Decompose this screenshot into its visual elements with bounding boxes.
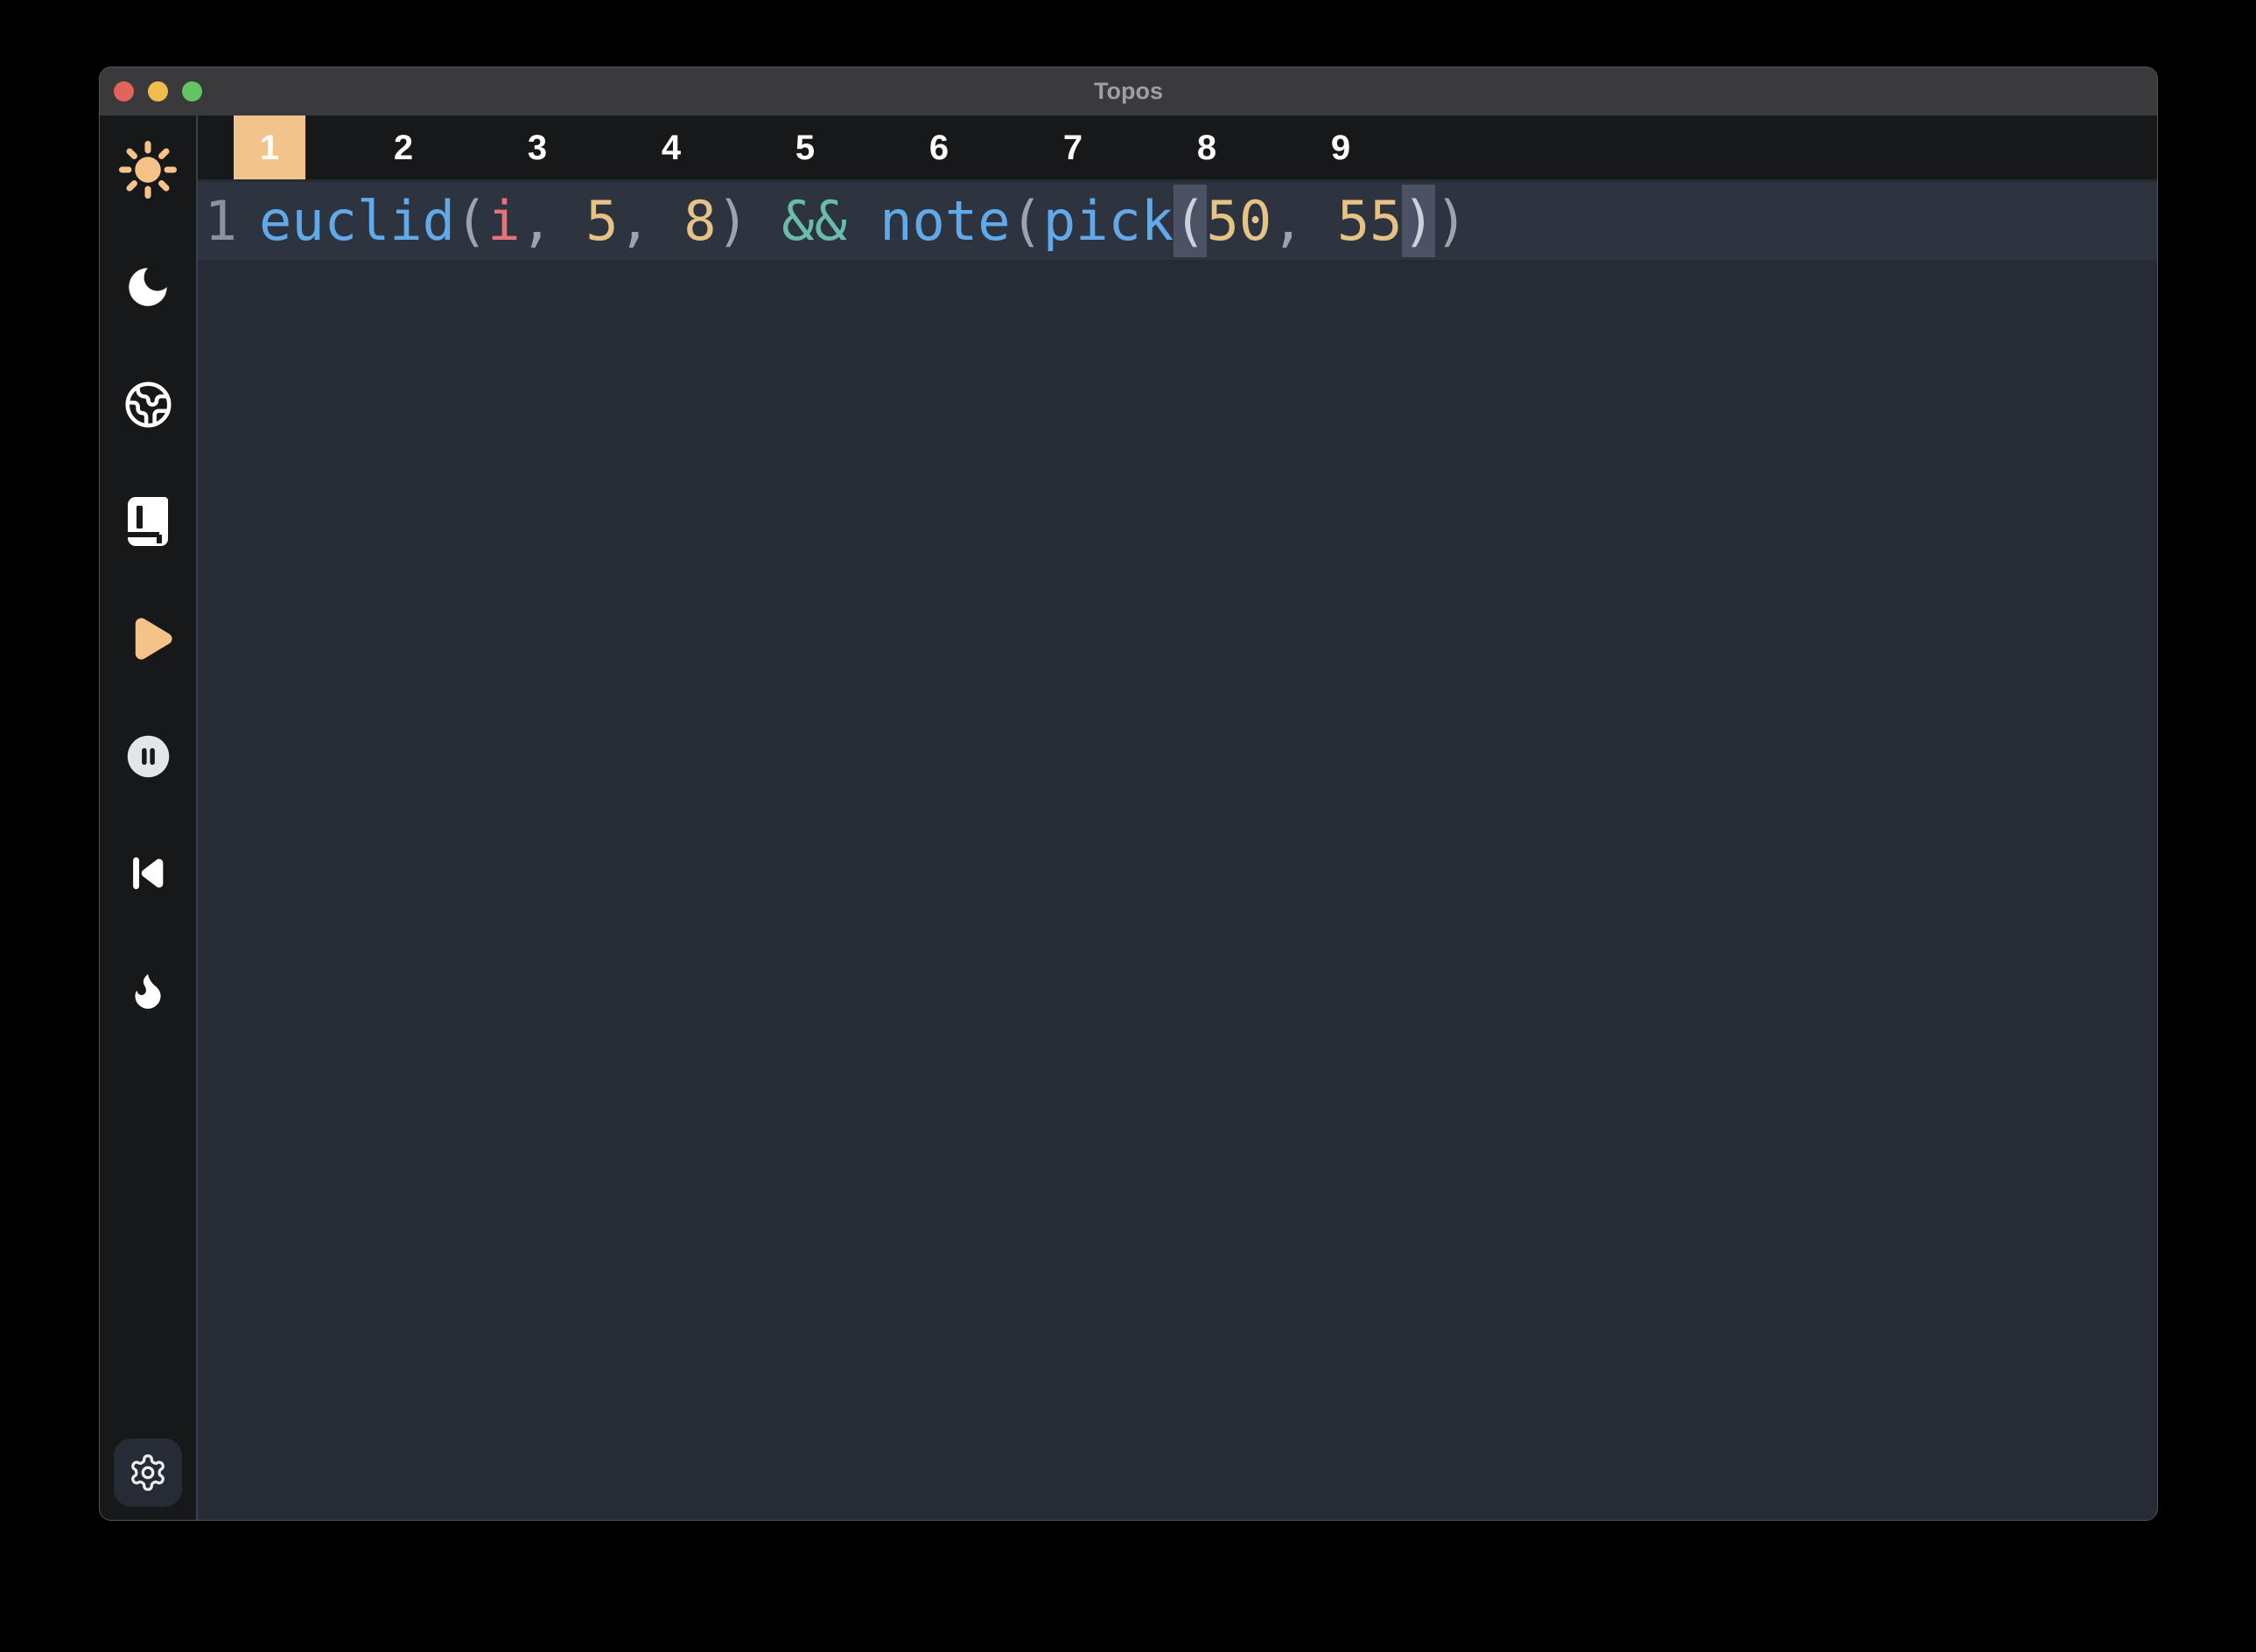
code-token-operator: &&	[781, 189, 847, 253]
tab-bar: 123456789	[198, 116, 2157, 179]
code-token-bracket-active: (	[1174, 185, 1206, 257]
sun-icon	[118, 140, 178, 200]
gear-icon	[128, 1452, 168, 1493]
code-token-bracket-active: )	[1402, 185, 1434, 257]
play-icon[interactable]	[117, 608, 179, 669]
sun-icon[interactable]	[117, 139, 179, 200]
pause-icon[interactable]	[117, 725, 179, 787]
tab-7[interactable]: 7	[1037, 116, 1109, 179]
desktop-background: Topos	[0, 0, 2256, 1652]
titlebar[interactable]: Topos	[100, 67, 2157, 116]
sidebar	[100, 116, 198, 1520]
code-token-punctuation: ,	[1272, 189, 1337, 253]
book-icon[interactable]	[117, 491, 179, 552]
tab-5[interactable]: 5	[769, 116, 841, 179]
globe-icon[interactable]	[117, 374, 179, 435]
window-title: Topos	[100, 67, 2157, 116]
code-token-number: 55	[1337, 189, 1403, 253]
code-token-punctuation: (	[455, 189, 487, 253]
code-token-punctuation: ,	[521, 189, 586, 253]
code-token-number: 8	[683, 189, 716, 253]
code-token-function: pick	[1043, 189, 1174, 253]
tab-8[interactable]: 8	[1171, 116, 1243, 179]
flame-icon[interactable]	[117, 960, 179, 1021]
tab-3[interactable]: 3	[501, 116, 573, 179]
tab-2[interactable]: 2	[368, 116, 439, 179]
tab-6[interactable]: 6	[903, 116, 975, 179]
code-token-punctuation: )	[717, 189, 782, 253]
line-number: 1	[198, 189, 237, 253]
flame-icon	[126, 969, 170, 1012]
code-text: euclid(i, 5, 8) && note(pick(50, 55))	[259, 189, 1468, 253]
code-editor[interactable]: 1 euclid(i, 5, 8) && note(pick(50, 55))	[198, 179, 2157, 1520]
play-icon	[121, 612, 175, 666]
code-token-variable: i	[487, 189, 520, 253]
code-token-punctuation: (	[1011, 189, 1043, 253]
globe-icon	[123, 380, 173, 430]
book-icon	[123, 495, 172, 548]
tab-4[interactable]: 4	[635, 116, 707, 179]
code-token-number: 50	[1207, 189, 1272, 253]
code-token-function: note	[879, 189, 1010, 253]
topos-window: Topos	[99, 66, 2158, 1521]
pause-icon	[123, 732, 173, 781]
code-token-function: euclid	[259, 189, 455, 253]
skip-back-icon	[125, 850, 171, 896]
tab-9[interactable]: 9	[1305, 116, 1377, 179]
code-token-punctuation: ,	[619, 189, 684, 253]
code-token-number: 5	[585, 189, 618, 253]
moon-icon[interactable]	[117, 256, 179, 318]
tab-1[interactable]: 1	[234, 116, 305, 179]
settings-button[interactable]	[114, 1438, 182, 1507]
code-token-punctuation	[847, 189, 879, 253]
code-token-punctuation: )	[1435, 189, 1468, 253]
code-line[interactable]: 1 euclid(i, 5, 8) && note(pick(50, 55))	[198, 182, 2157, 260]
moon-icon	[123, 262, 173, 312]
skip-back-icon[interactable]	[117, 843, 179, 904]
